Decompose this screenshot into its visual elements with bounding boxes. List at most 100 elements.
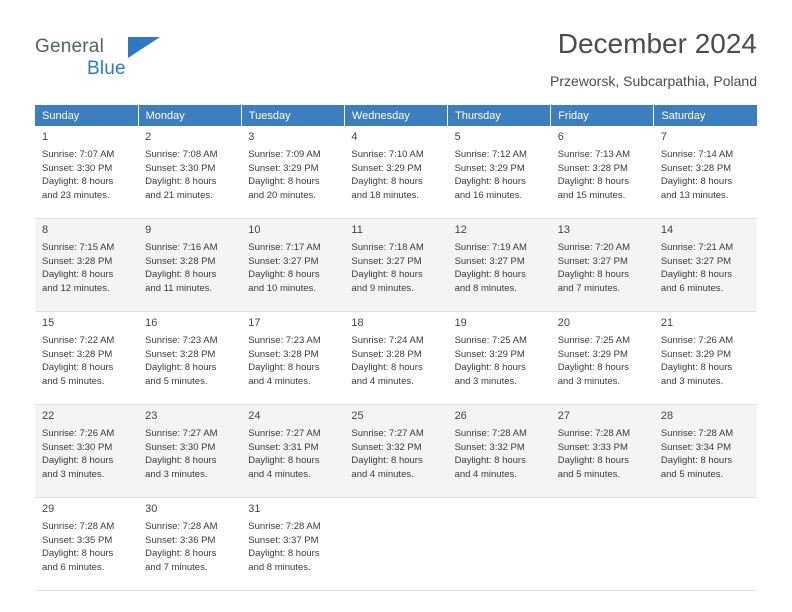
day-detail-sunrise: Sunrise: 7:09 AM (248, 149, 321, 160)
day-cell[interactable]: 22 Sunrise: 7:26 AM Sunset: 3:30 PM Dayligh… (35, 405, 138, 492)
day-detail-sunset: Sunset: 3:29 PM (351, 162, 422, 174)
day-detail-daylight-line2: and 8 minutes. (454, 282, 517, 294)
day-cell[interactable]: 18 Sunrise: 7:24 AM Sunset: 3:28 PM Dayligh… (344, 312, 447, 399)
calendar-cell: 14 Sunrise: 7:21 AM Sunset: 3:27 PM Dayligh… (653, 218, 757, 312)
day-detail-daylight-line2: and 16 minutes. (454, 189, 523, 201)
day-cell[interactable]: 25 Sunrise: 7:27 AM Sunset: 3:32 PM Dayligh… (344, 405, 447, 492)
day-cell[interactable]: 29 Sunrise: 7:28 AM Sunset: 3:35 PM Dayligh… (35, 498, 138, 585)
day-detail-daylight-line2: and 5 minutes. (145, 375, 208, 387)
day-number: 3 (248, 131, 255, 143)
day-cell[interactable]: 23 Sunrise: 7:27 AM Sunset: 3:30 PM Dayligh… (138, 405, 241, 492)
calendar-cell: 21 Sunrise: 7:26 AM Sunset: 3:29 PM Dayligh… (653, 311, 757, 405)
calendar-cell: 15 Sunrise: 7:22 AM Sunset: 3:28 PM Dayligh… (35, 311, 139, 405)
calendar-cell: 11 Sunrise: 7:18 AM Sunset: 3:27 PM Dayligh… (344, 218, 448, 312)
day-cell[interactable]: 10 Sunrise: 7:17 AM Sunset: 3:27 PM Dayligh… (241, 219, 344, 306)
day-details: Sunrise: 7:28 AM Sunset: 3:37 PM Daylight:… (248, 520, 338, 574)
day-cell[interactable]: 9 Sunrise: 7:16 AM Sunset: 3:28 PM Daylight… (138, 219, 241, 306)
day-cell[interactable]: 1 Sunrise: 7:07 AM Sunset: 3:30 PM Daylight… (35, 126, 138, 213)
day-detail-daylight-line2: and 7 minutes. (145, 561, 208, 573)
day-detail-sunset: Sunset: 3:28 PM (145, 348, 216, 360)
day-cell[interactable]: 13 Sunrise: 7:20 AM Sunset: 3:27 PM Dayligh… (551, 219, 654, 306)
day-details: Sunrise: 7:23 AM Sunset: 3:28 PM Daylight:… (248, 334, 338, 388)
day-cell[interactable]: 11 Sunrise: 7:18 AM Sunset: 3:27 PM Dayligh… (344, 219, 447, 306)
generalblue-logo[interactable]: General Blue (35, 36, 165, 84)
day-number: 9 (145, 224, 152, 236)
day-number: 27 (557, 410, 570, 422)
calendar-week-row: 22 Sunrise: 7:26 AM Sunset: 3:30 PM Dayligh… (35, 404, 757, 498)
day-details: Sunrise: 7:27 AM Sunset: 3:30 PM Daylight:… (145, 427, 235, 481)
day-cell[interactable]: 14 Sunrise: 7:21 AM Sunset: 3:27 PM Dayligh… (654, 219, 757, 306)
day-cell[interactable]: 28 Sunrise: 7:28 AM Sunset: 3:34 PM Dayligh… (654, 405, 757, 492)
day-detail-sunrise: Sunrise: 7:07 AM (42, 149, 115, 160)
day-cell[interactable]: 19 Sunrise: 7:25 AM Sunset: 3:29 PM Dayligh… (448, 312, 551, 399)
calendar-cell: 26 Sunrise: 7:28 AM Sunset: 3:32 PM Dayligh… (447, 404, 551, 498)
day-details: Sunrise: 7:24 AM Sunset: 3:28 PM Daylight:… (351, 334, 441, 388)
day-number: 24 (248, 410, 261, 422)
day-detail-daylight-line2: and 3 minutes. (454, 375, 517, 387)
day-number: 19 (454, 317, 467, 329)
day-detail-daylight-line1: Daylight: 8 hours (454, 176, 526, 188)
day-detail-sunrise: Sunrise: 7:26 AM (42, 428, 115, 439)
day-number: 21 (660, 317, 674, 329)
day-details: Sunrise: 7:25 AM Sunset: 3:29 PM Daylight:… (455, 334, 545, 388)
calendar-cell: 31 Sunrise: 7:28 AM Sunset: 3:37 PM Dayligh… (241, 497, 345, 591)
day-cell[interactable]: 4 Sunrise: 7:10 AM Sunset: 3:29 PM Daylight… (344, 126, 447, 213)
day-detail-sunset: Sunset: 3:32 PM (351, 441, 422, 453)
day-cell[interactable]: 15 Sunrise: 7:22 AM Sunset: 3:28 PM Dayligh… (35, 312, 138, 399)
day-cell-empty (447, 498, 551, 585)
day-cell[interactable]: 20 Sunrise: 7:25 AM Sunset: 3:29 PM Dayligh… (551, 312, 654, 399)
day-cell[interactable]: 17 Sunrise: 7:23 AM Sunset: 3:28 PM Dayligh… (241, 312, 344, 399)
day-detail-daylight-line2: and 4 minutes. (248, 468, 311, 480)
calendar-cell: 7 Sunrise: 7:14 AM Sunset: 3:28 PM Daylight… (653, 126, 757, 219)
day-cell[interactable]: 2 Sunrise: 7:08 AM Sunset: 3:30 PM Daylight… (138, 126, 241, 213)
day-detail-daylight-line1: Daylight: 8 hours (145, 548, 217, 560)
day-detail-sunset: Sunset: 3:34 PM (660, 441, 732, 453)
day-detail-sunset: Sunset: 3:35 PM (42, 534, 113, 546)
day-detail-sunrise: Sunrise: 7:28 AM (42, 521, 115, 532)
day-cell[interactable]: 8 Sunrise: 7:15 AM Sunset: 3:28 PM Daylight… (35, 219, 138, 306)
day-detail-sunset: Sunset: 3:30 PM (145, 441, 216, 453)
day-detail-sunrise: Sunrise: 7:25 AM (557, 335, 631, 346)
calendar-cell: 4 Sunrise: 7:10 AM Sunset: 3:29 PM Daylight… (344, 126, 448, 219)
day-detail-daylight-line1: Daylight: 8 hours (248, 269, 320, 281)
day-details: Sunrise: 7:19 AM Sunset: 3:27 PM Daylight:… (455, 241, 545, 295)
day-cell[interactable]: 5 Sunrise: 7:12 AM Sunset: 3:29 PM Daylight… (448, 126, 551, 213)
day-number: 13 (557, 224, 570, 236)
calendar-cell: 6 Sunrise: 7:13 AM Sunset: 3:28 PM Daylight… (550, 126, 654, 219)
day-details: Sunrise: 7:08 AM Sunset: 3:30 PM Daylight:… (145, 148, 235, 202)
day-cell[interactable]: 27 Sunrise: 7:28 AM Sunset: 3:33 PM Dayligh… (551, 405, 654, 492)
day-cell[interactable]: 24 Sunrise: 7:27 AM Sunset: 3:31 PM Dayligh… (241, 405, 344, 492)
weekday-header-sunday: Sunday (35, 105, 139, 126)
calendar-cell: 9 Sunrise: 7:16 AM Sunset: 3:28 PM Daylight… (138, 218, 242, 312)
day-cell[interactable]: 12 Sunrise: 7:19 AM Sunset: 3:27 PM Dayligh… (448, 219, 551, 306)
day-detail-daylight-line1: Daylight: 8 hours (248, 176, 320, 188)
day-detail-daylight-line1: Daylight: 8 hours (351, 455, 423, 467)
day-cell[interactable]: 31 Sunrise: 7:28 AM Sunset: 3:37 PM Dayligh… (241, 498, 344, 585)
day-details: Sunrise: 7:15 AM Sunset: 3:28 PM Daylight:… (42, 241, 132, 295)
day-number: 31 (248, 503, 261, 515)
day-cell[interactable]: 6 Sunrise: 7:13 AM Sunset: 3:28 PM Daylight… (551, 126, 654, 213)
day-cell[interactable]: 21 Sunrise: 7:26 AM Sunset: 3:29 PM Dayligh… (654, 312, 757, 399)
weekday-header-friday: Friday (550, 105, 655, 126)
day-detail-sunrise: Sunrise: 7:25 AM (454, 335, 527, 346)
day-detail-daylight-line2: and 5 minutes. (660, 468, 724, 480)
day-number: 7 (660, 131, 667, 143)
day-detail-sunset: Sunset: 3:29 PM (660, 348, 732, 360)
day-number: 18 (351, 317, 364, 329)
day-cell[interactable]: 30 Sunrise: 7:28 AM Sunset: 3:36 PM Dayligh… (138, 498, 241, 585)
day-cell[interactable]: 26 Sunrise: 7:28 AM Sunset: 3:32 PM Dayligh… (448, 405, 551, 492)
day-detail-sunset: Sunset: 3:29 PM (454, 162, 525, 174)
day-cell[interactable]: 3 Sunrise: 7:09 AM Sunset: 3:29 PM Daylight… (241, 126, 344, 213)
calendar-cell: 16 Sunrise: 7:23 AM Sunset: 3:28 PM Dayligh… (138, 311, 242, 405)
day-detail-sunset: Sunset: 3:37 PM (248, 534, 319, 546)
calendar-body: 1 Sunrise: 7:07 AM Sunset: 3:30 PM Daylight… (35, 126, 757, 591)
calendar-cell: 13 Sunrise: 7:20 AM Sunset: 3:27 PM Dayligh… (550, 218, 654, 312)
day-number: 11 (351, 224, 363, 236)
day-cell[interactable]: 7 Sunrise: 7:14 AM Sunset: 3:28 PM Daylight… (654, 126, 757, 213)
day-detail-sunset: Sunset: 3:27 PM (454, 255, 525, 267)
day-detail-sunrise: Sunrise: 7:28 AM (454, 428, 527, 439)
day-detail-daylight-line1: Daylight: 8 hours (42, 455, 114, 467)
calendar-cell: 12 Sunrise: 7:19 AM Sunset: 3:27 PM Dayligh… (447, 218, 551, 312)
day-cell[interactable]: 16 Sunrise: 7:23 AM Sunset: 3:28 PM Dayligh… (138, 312, 241, 399)
day-details: Sunrise: 7:16 AM Sunset: 3:28 PM Daylight:… (145, 241, 235, 295)
